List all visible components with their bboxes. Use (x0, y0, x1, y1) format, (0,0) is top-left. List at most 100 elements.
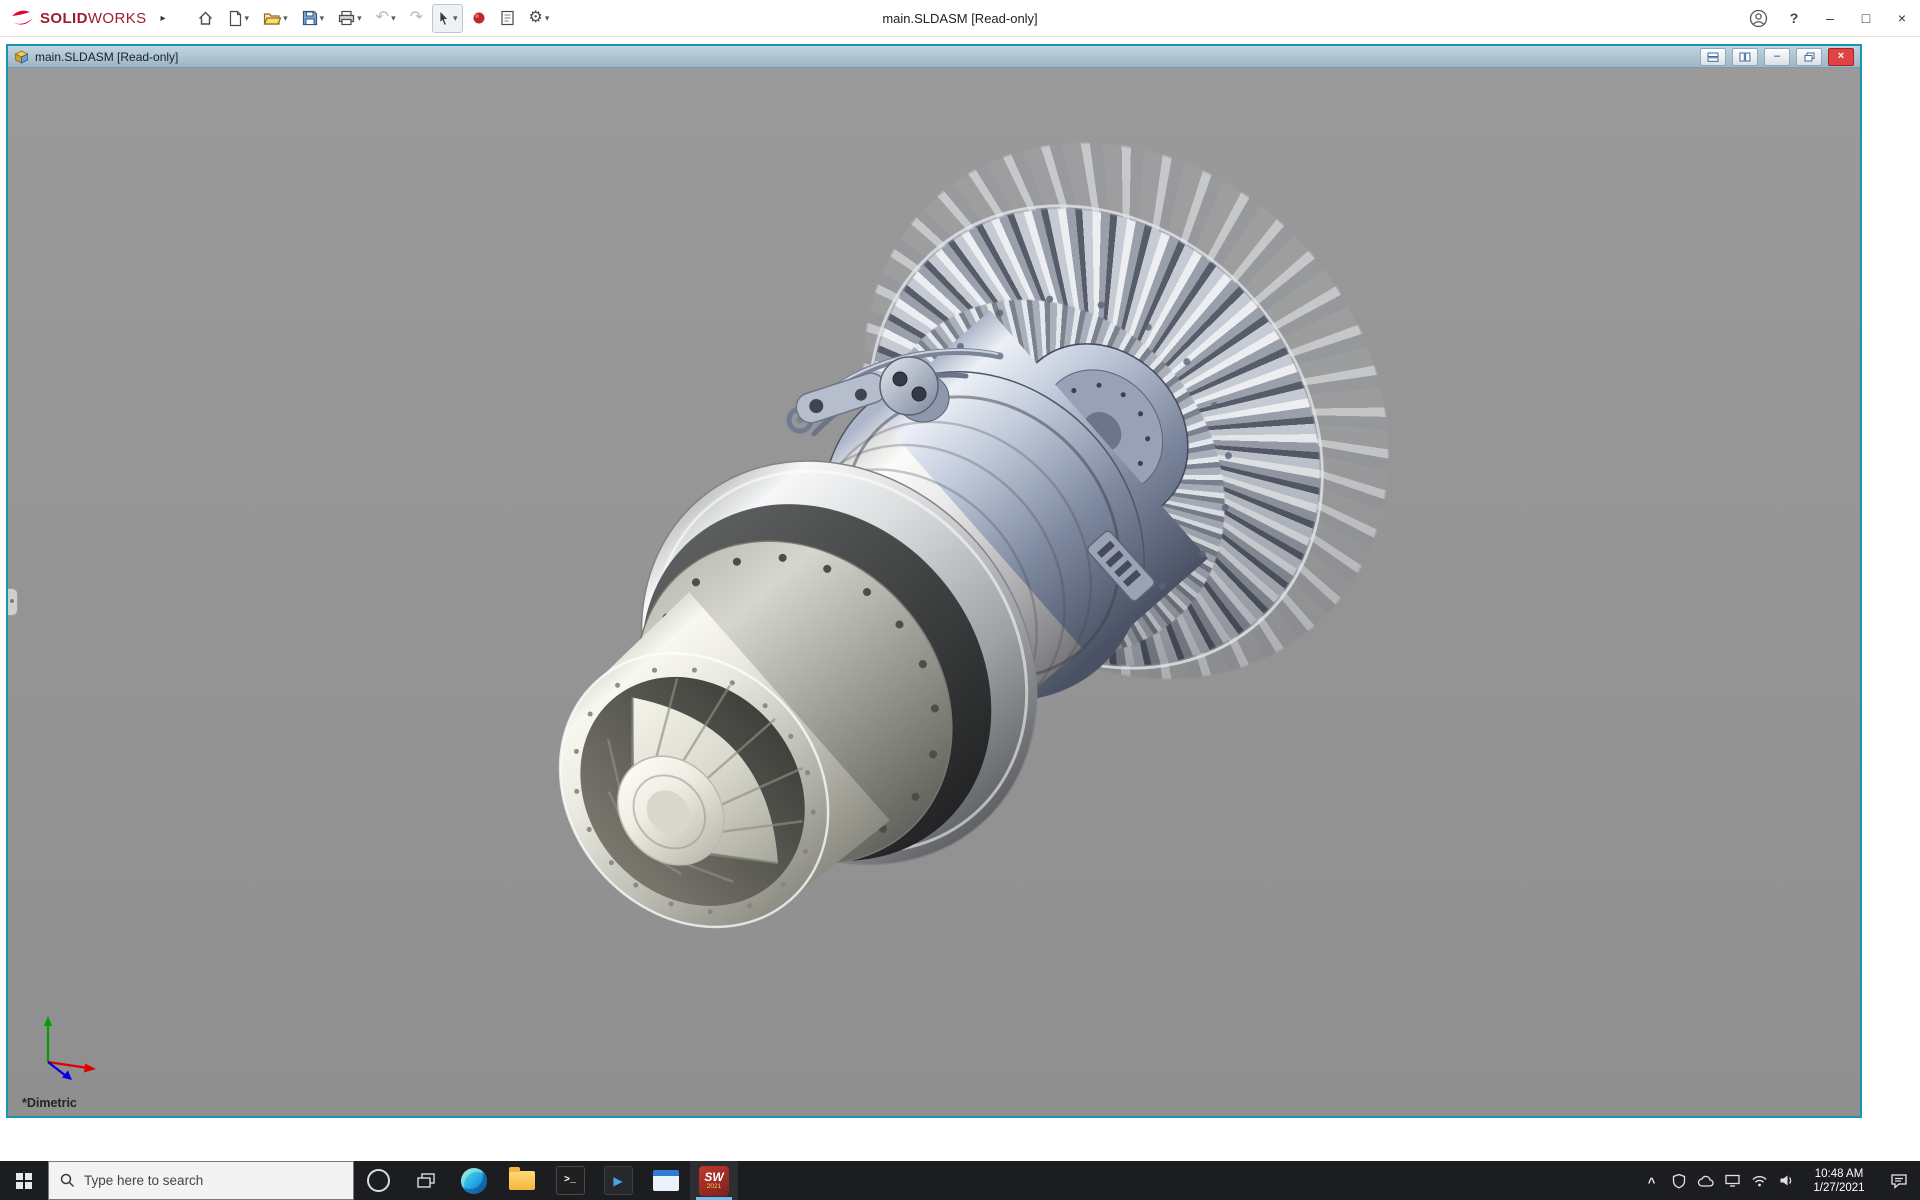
file-explorer-icon (509, 1171, 535, 1190)
print-button[interactable]: ▾ (333, 4, 367, 33)
document-title-bar[interactable]: main.SLDASM [Read-only] – × (8, 46, 1860, 68)
graphics-viewport[interactable]: *Dimetric (8, 68, 1860, 1116)
window-app-icon (653, 1170, 679, 1191)
red-sphere-icon (472, 11, 486, 25)
windows-logo-icon (16, 1173, 32, 1189)
edge-icon (461, 1168, 487, 1194)
solidworks-2021-icon: SW 2021 (699, 1166, 729, 1196)
redo-button[interactable]: ↷ (405, 4, 428, 33)
app-title-bar: SOLIDWORKS ▸ ▾ ▾ ▾ ▾ (0, 0, 1920, 37)
taskbar-cortana-button[interactable] (354, 1161, 402, 1200)
tray-network-button[interactable] (1746, 1161, 1773, 1200)
tray-display-button[interactable] (1719, 1161, 1746, 1200)
account-icon (1749, 9, 1768, 28)
dropdown-chevron[interactable]: ▾ (545, 13, 550, 24)
taskbar-edge-button[interactable] (450, 1161, 498, 1200)
options-button[interactable]: ⚙ ▾ (524, 4, 555, 33)
clock-time: 10:48 AM (1800, 1167, 1878, 1181)
new-document-button[interactable]: ▾ (223, 4, 255, 33)
media-player-icon: ▶ (604, 1166, 633, 1195)
undo-icon: ↶ (376, 10, 389, 26)
taskbar-clock[interactable]: 10:48 AM 1/27/2021 (1800, 1167, 1878, 1195)
action-center-icon (1890, 1173, 1908, 1189)
brand-flyout-arrow[interactable]: ▸ (161, 13, 166, 24)
tile-vertical-button[interactable] (1732, 48, 1758, 66)
quick-toolbar: ▾ ▾ ▾ ▾ ↶ ▾ ↷ ▾ (192, 4, 555, 33)
speaker-icon (1778, 1173, 1795, 1188)
tray-shield-button[interactable] (1665, 1161, 1692, 1200)
taskbar-solidworks-button[interactable]: SW 2021 (690, 1161, 738, 1200)
taskbar-media-player-button[interactable]: ▶ (594, 1161, 642, 1200)
start-button[interactable] (0, 1161, 48, 1200)
cortana-icon (367, 1169, 390, 1192)
tray-cloud-button[interactable] (1692, 1161, 1719, 1200)
search-icon (60, 1173, 75, 1188)
minimize-button[interactable]: – (1812, 0, 1848, 36)
dropdown-chevron[interactable]: ▾ (320, 13, 325, 24)
search-placeholder: Type here to search (84, 1173, 203, 1188)
view-orientation-label: *Dimetric (22, 1096, 77, 1110)
print-icon (338, 10, 355, 26)
home-icon (197, 10, 214, 27)
home-button[interactable] (192, 4, 219, 33)
taskbar-file-explorer-button[interactable] (498, 1161, 546, 1200)
chevron-up-icon: ^ (1648, 1175, 1656, 1190)
taskbar-console-button[interactable]: >_ (546, 1161, 594, 1200)
document-window: main.SLDASM [Read-only] – × (6, 44, 1862, 1118)
feature-manager-collapsed-tab[interactable] (8, 588, 18, 616)
document-window-controls: – × (1700, 48, 1854, 66)
model-jet-engine[interactable] (8, 68, 1860, 1116)
document-title: main.SLDASM [Read-only] (35, 50, 178, 64)
shield-icon (1671, 1173, 1687, 1189)
taskbar-window-app-button[interactable] (642, 1161, 690, 1200)
ds-swoosh-icon (10, 9, 34, 27)
maximize-button[interactable]: □ (1848, 0, 1884, 36)
engine-axial-body (459, 198, 1327, 1034)
taskbar-task-view-button[interactable] (402, 1161, 450, 1200)
select-tool-button[interactable]: ▾ (432, 4, 463, 33)
help-button[interactable]: ? (1776, 0, 1812, 36)
windows-taskbar: Type here to search >_ ▶ SW 2021 ^ (0, 1161, 1920, 1200)
open-button[interactable]: ▾ (258, 4, 293, 33)
viewer-sphere-button[interactable] (467, 4, 491, 33)
tile-vertical-icon (1739, 52, 1751, 62)
action-center-button[interactable] (1878, 1173, 1920, 1189)
dropdown-chevron[interactable]: ▾ (391, 13, 396, 24)
document-lines-icon (500, 10, 515, 26)
taskbar-search-input[interactable]: Type here to search (48, 1161, 354, 1200)
system-tray: ^ 10:48 AM 1/27/2021 (1638, 1161, 1920, 1200)
clock-date: 1/27/2021 (1800, 1181, 1878, 1195)
save-icon (302, 10, 318, 26)
close-button[interactable]: × (1884, 0, 1920, 36)
select-cursor-icon (437, 10, 451, 27)
solidworks-logo[interactable]: SOLIDWORKS ▸ (0, 9, 166, 27)
dropdown-chevron[interactable]: ▾ (283, 13, 288, 24)
dropdown-chevron[interactable]: ▾ (357, 13, 362, 24)
document-minimize-button[interactable]: – (1764, 48, 1790, 66)
tray-volume-button[interactable] (1773, 1161, 1800, 1200)
tile-horizontal-icon (1707, 52, 1719, 62)
gear-icon: ⚙ (529, 10, 543, 26)
cloud-icon (1697, 1174, 1715, 1188)
assembly-cube-icon (14, 50, 29, 64)
open-folder-icon (263, 11, 281, 26)
new-document-icon (228, 10, 243, 27)
display-icon (1724, 1173, 1741, 1188)
document-close-button[interactable]: × (1828, 48, 1854, 66)
orientation-triad[interactable] (26, 1008, 110, 1080)
document-restore-button[interactable] (1796, 48, 1822, 66)
save-button[interactable]: ▾ (297, 4, 330, 33)
undo-button[interactable]: ↶ ▾ (371, 4, 401, 33)
help-icon: ? (1790, 10, 1799, 26)
account-button[interactable] (1740, 0, 1776, 36)
dropdown-chevron[interactable]: ▾ (453, 13, 458, 24)
task-view-icon (416, 1172, 436, 1190)
console-icon: >_ (556, 1166, 585, 1195)
restore-icon (1804, 52, 1815, 62)
tile-horizontal-button[interactable] (1700, 48, 1726, 66)
brand-text: SOLIDWORKS (40, 10, 147, 27)
hidden-icons-button[interactable]: ^ (1638, 1161, 1665, 1200)
design-binder-button[interactable] (495, 4, 520, 33)
app-window-controls: ? – □ × (1740, 0, 1920, 36)
dropdown-chevron[interactable]: ▾ (245, 13, 250, 24)
